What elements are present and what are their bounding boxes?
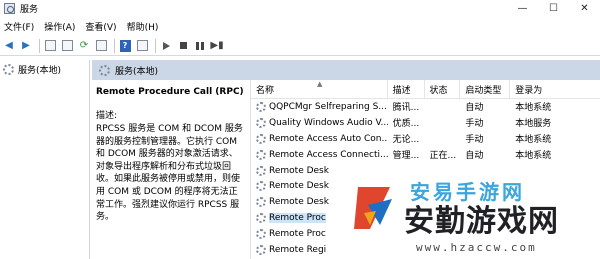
title-bar: 服务 — ☐ ✕: [0, 0, 600, 17]
gear-icon: [256, 149, 266, 160]
column-status[interactable]: 状态: [425, 79, 461, 99]
log-on-as-cell: 本地系统: [515, 151, 552, 162]
forward-arrow-icon[interactable]: ▶: [19, 39, 33, 53]
window-title: 服务: [20, 5, 39, 15]
tree-item-services-local[interactable]: 服务(本地): [0, 60, 89, 76]
service-name-text: Remote Desk: [269, 181, 329, 192]
toolbar-separator: [39, 38, 40, 53]
console-tree: 服务(本地): [0, 60, 90, 259]
console-tree-icon[interactable]: [43, 39, 57, 53]
service-name-text: Remote Proc: [269, 229, 326, 240]
service-description-panel: Remote Procedure Call (RPC) 描述: RPCSS 服务…: [92, 80, 248, 259]
service-name-text: Remote Desk: [269, 165, 329, 176]
table-row[interactable]: QQPCMgr Selfreparing S... 腾讯... 自动 本地系统: [251, 99, 600, 115]
gear-icon: [256, 133, 266, 144]
service-name-cell: Remote Access Auto Con...: [251, 133, 388, 144]
column-startup-type[interactable]: 启动类型: [460, 79, 511, 99]
menu-bar: 文件(F) 操作(A) 查看(V) 帮助(H): [0, 18, 600, 34]
export-list-icon[interactable]: [94, 39, 108, 53]
description-cell: 无论...: [392, 135, 420, 146]
toolbar-separator: [155, 38, 156, 53]
stop-service-icon[interactable]: [176, 39, 190, 53]
minimize-button[interactable]: —: [507, 0, 538, 17]
refresh-icon[interactable]: ⟳: [77, 39, 91, 53]
services-app-icon: [4, 3, 15, 14]
service-name-cell: Quality Windows Audio V...: [251, 117, 388, 128]
startup-type-cell: 手动: [465, 119, 484, 130]
gear-icon: [256, 181, 266, 192]
menu-help[interactable]: 帮助(H): [127, 20, 159, 33]
gear-icon: [256, 165, 266, 176]
service-name-text: Remote Access Auto Con...: [269, 133, 388, 144]
help-icon[interactable]: ?: [118, 39, 132, 53]
watermark-main-text: 安勤游戏网: [404, 204, 559, 239]
gear-icon: [256, 229, 266, 240]
gear-icon: [99, 64, 110, 76]
table-row[interactable]: Remote Access Connecti... 管理... 正在... 自动 本地系…: [251, 147, 600, 163]
description-cell: 优质...: [392, 119, 420, 130]
service-name-text: Remote Access Connecti...: [269, 149, 388, 160]
description-text: RPCSS 服务是 COM 和 DCOM 服务器的服务控制管理器。它执行 COM…: [96, 124, 243, 223]
gear-icon: [256, 213, 266, 224]
service-name-text: Quality Windows Audio V...: [269, 117, 388, 128]
gear-icon: [256, 197, 266, 208]
description-cell: 腾讯...: [392, 103, 420, 114]
status-cell: 正在...: [429, 151, 457, 162]
sort-ascending-icon: ▲: [317, 80, 323, 88]
startup-type-cell: 自动: [465, 151, 484, 162]
log-on-as-cell: 本地系统: [515, 135, 552, 146]
log-on-as-cell: 本地系统: [515, 103, 552, 114]
service-name-text: Remote Desk: [269, 197, 329, 208]
toolbar: ◀ ▶ ⟳ ? ▶▮: [0, 36, 600, 56]
back-arrow-icon[interactable]: ◀: [2, 39, 16, 53]
properties-icon[interactable]: [60, 39, 74, 53]
gear-icon: [3, 64, 14, 75]
menu-view[interactable]: 查看(V): [85, 20, 116, 33]
tree-item-label: 服务(本地): [18, 66, 62, 76]
restart-service-icon[interactable]: ▶▮: [210, 39, 224, 53]
maximize-button[interactable]: ☐: [538, 0, 569, 17]
startup-type-cell: 自动: [465, 103, 484, 114]
services-header: 服务(本地): [92, 60, 600, 80]
close-button[interactable]: ✕: [569, 0, 600, 17]
gear-icon: [256, 117, 266, 128]
watermark-url: www.hzaccw.com: [416, 241, 537, 254]
gear-icon: [256, 244, 266, 255]
service-name-text: Remote Regi: [269, 244, 327, 255]
description-cell: 管理...: [392, 151, 420, 162]
column-log-on-as[interactable]: 登录为: [510, 80, 600, 99]
start-service-icon[interactable]: [159, 39, 173, 53]
description-label: 描述:: [96, 111, 118, 121]
console-icon[interactable]: [135, 39, 149, 53]
service-name-text: QQPCMgr Selfreparing S...: [269, 101, 387, 112]
watermark-logo: 安易手游网 安勤游戏网 www.hzaccw.com: [340, 170, 600, 259]
toolbar-separator: [114, 38, 115, 53]
gear-icon: [256, 101, 266, 112]
column-headers: ▲ 名称 描述 状态 启动类型 登录为: [251, 79, 600, 99]
services-header-title: 服务(本地): [115, 66, 159, 77]
table-row[interactable]: Remote Access Auto Con... 无论... 手动 本地系统: [251, 131, 600, 147]
table-row[interactable]: Quality Windows Audio V... 优质... 手动 本地服务: [251, 115, 600, 131]
menu-file[interactable]: 文件(F): [4, 20, 34, 33]
log-on-as-cell: 本地服务: [515, 119, 552, 130]
service-name-text: Remote Proc: [269, 213, 326, 224]
startup-type-cell: 手动: [465, 135, 484, 146]
menu-action[interactable]: 操作(A): [44, 20, 75, 33]
service-name-cell: Remote Access Connecti...: [251, 149, 388, 160]
column-description[interactable]: 描述: [388, 79, 425, 99]
service-name: Remote Procedure Call (RPC): [96, 87, 244, 97]
watermark-emblem: [342, 175, 398, 231]
pause-service-icon[interactable]: [193, 39, 207, 53]
service-name-cell: QQPCMgr Selfreparing S...: [251, 101, 388, 112]
